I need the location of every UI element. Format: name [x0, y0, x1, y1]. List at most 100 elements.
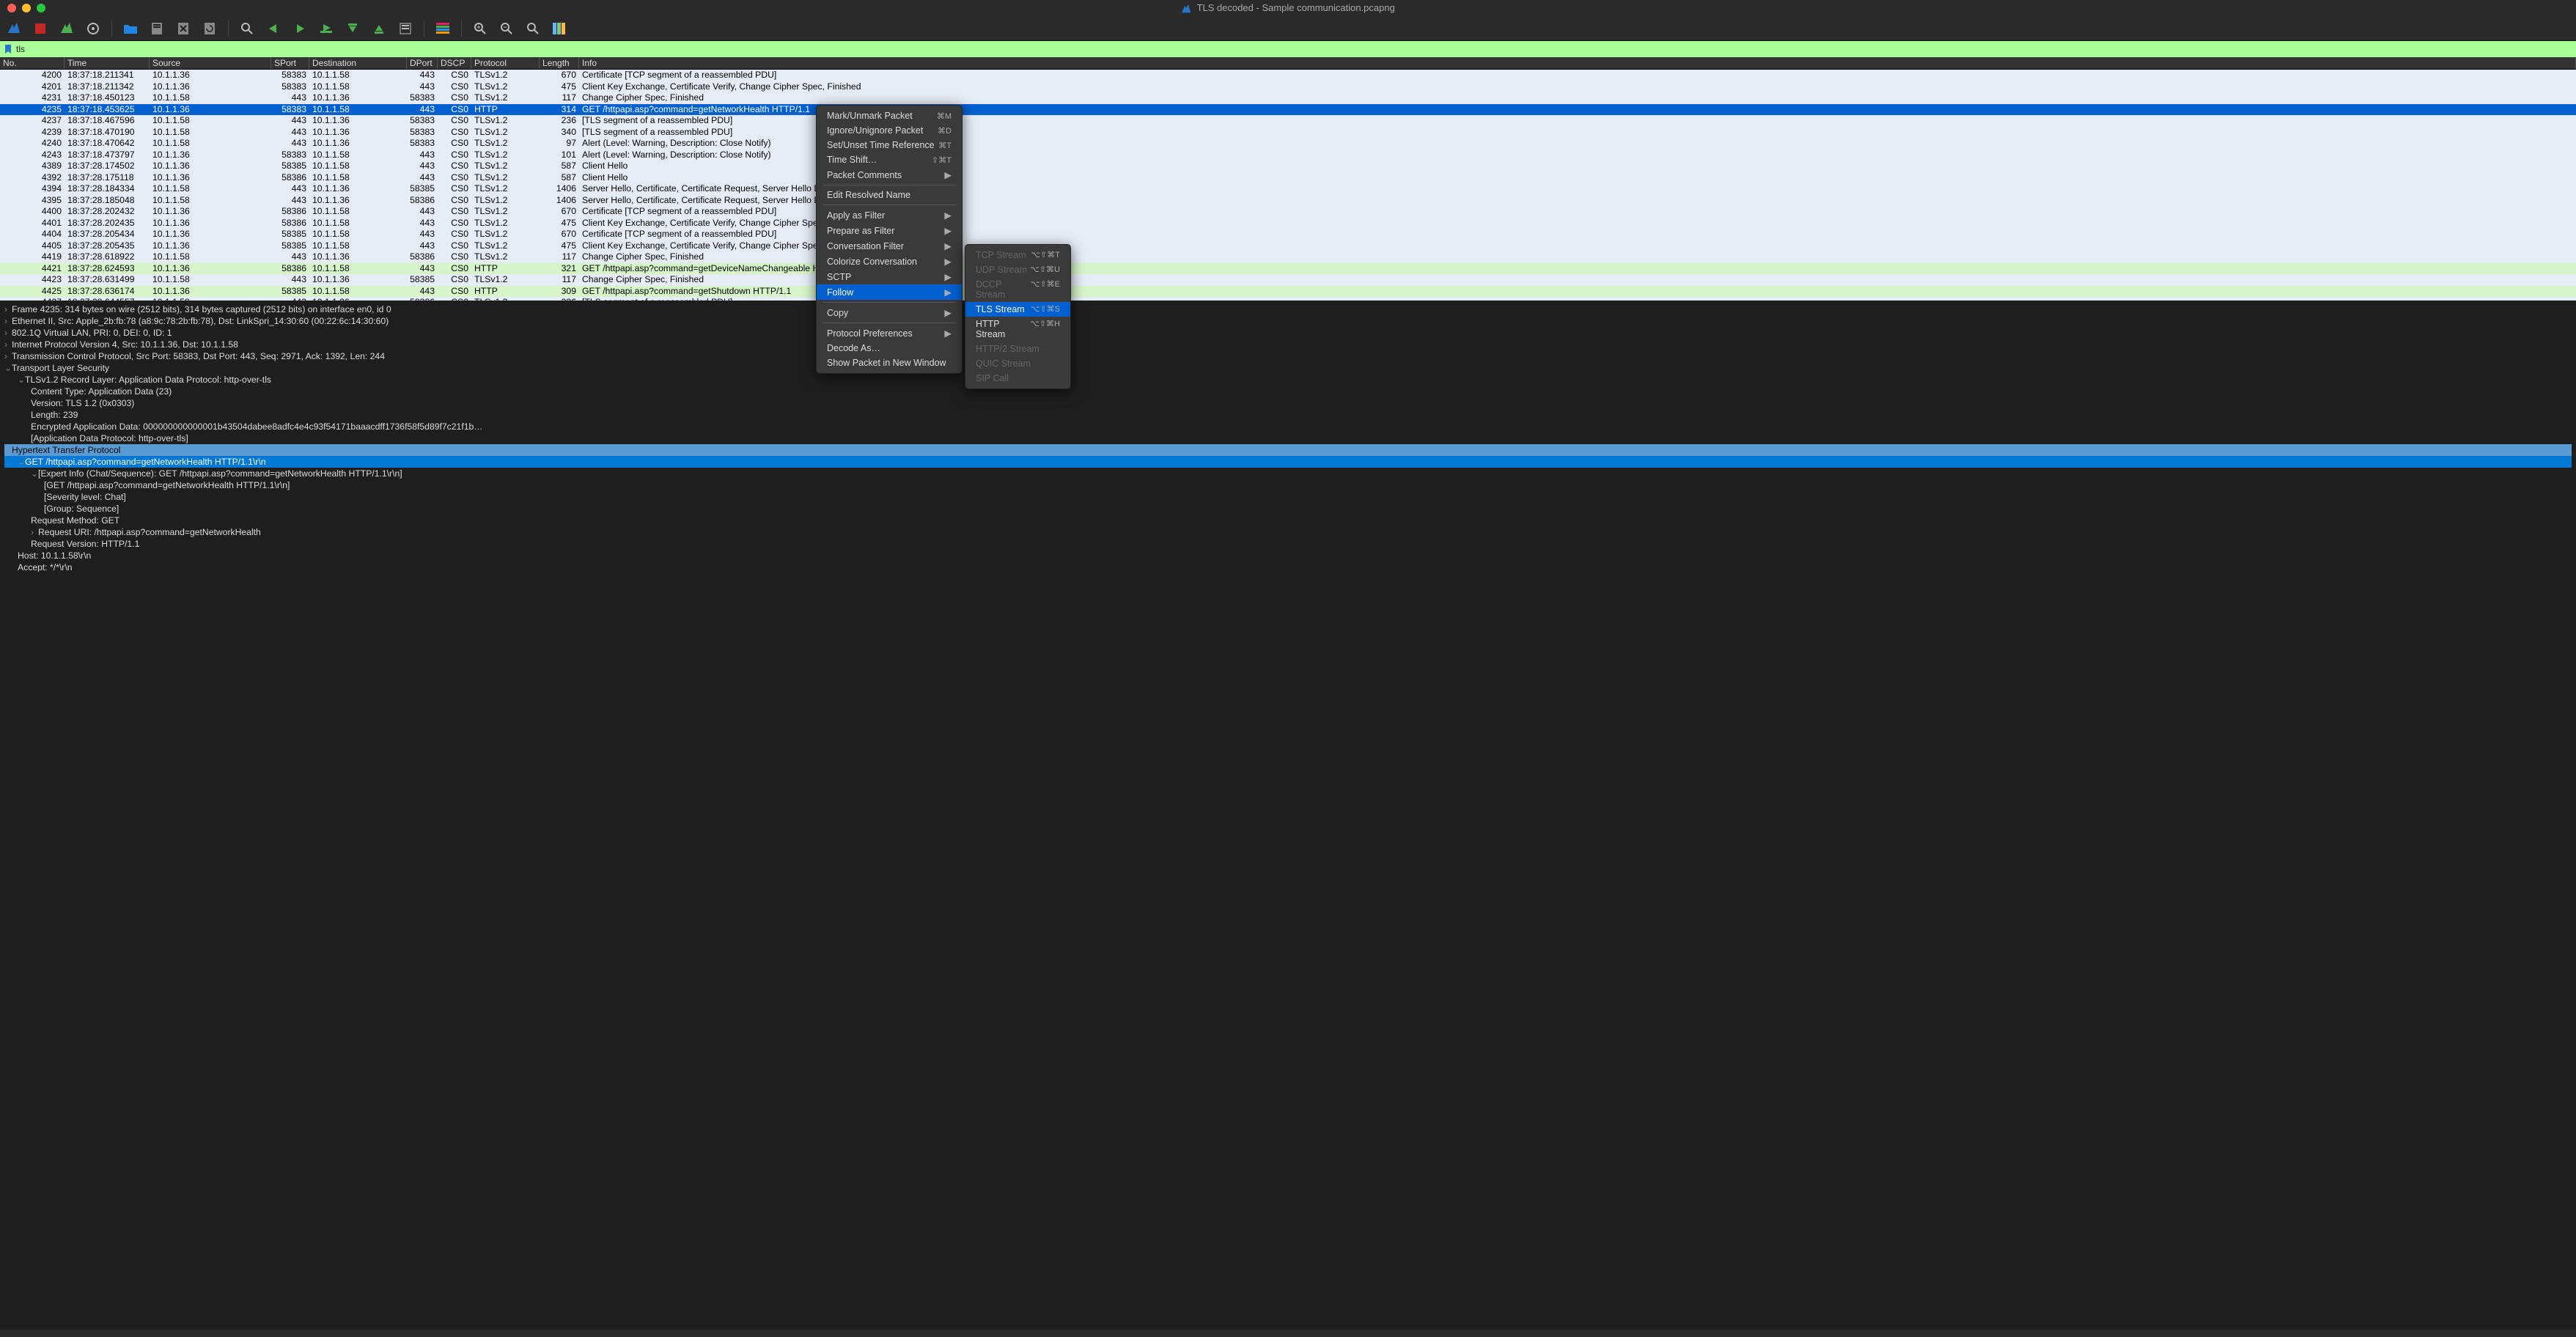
- packet-list[interactable]: 420018:37:18.21134110.1.1.365838310.1.1.…: [0, 70, 2576, 301]
- back-icon[interactable]: [265, 21, 281, 37]
- detail-http-method[interactable]: Request Method: GET: [31, 515, 119, 526]
- packet-row[interactable]: 424018:37:18.47064210.1.1.5844310.1.1.36…: [0, 138, 2576, 150]
- reload-icon[interactable]: [202, 21, 218, 37]
- detail-http[interactable]: Hypertext Transfer Protocol: [12, 445, 120, 455]
- zoom-reset-icon[interactable]: [525, 21, 541, 37]
- zoom-in-icon[interactable]: [472, 21, 488, 37]
- ctx-protocol-preferences[interactable]: Protocol Preferences▶: [817, 325, 962, 341]
- ctx-colorize-conversation[interactable]: Colorize Conversation▶: [817, 254, 962, 269]
- detail-tls-app-proto[interactable]: [Application Data Protocol: http-over-tl…: [31, 433, 188, 443]
- packet-row[interactable]: 423918:37:18.47019010.1.1.5844310.1.1.36…: [0, 127, 2576, 139]
- col-dscp[interactable]: DSCP: [438, 57, 471, 69]
- packet-row[interactable]: 440518:37:28.20543510.1.1.365838510.1.1.…: [0, 240, 2576, 252]
- ctx-conversation-filter[interactable]: Conversation Filter▶: [817, 238, 962, 254]
- packet-row[interactable]: 442318:37:28.63149910.1.1.5844310.1.1.36…: [0, 274, 2576, 286]
- detail-ethernet[interactable]: Ethernet II, Src: Apple_2b:fb:78 (a8:9c:…: [12, 316, 389, 326]
- detail-http-severity[interactable]: [Severity level: Chat]: [44, 492, 126, 502]
- packet-row[interactable]: 423118:37:18.45012310.1.1.5844310.1.1.36…: [0, 92, 2576, 104]
- packet-row[interactable]: 439218:37:28.17511810.1.1.365838610.1.1.…: [0, 172, 2576, 184]
- packet-row[interactable]: 420018:37:18.21134110.1.1.365838310.1.1.…: [0, 70, 2576, 81]
- display-filter-bar[interactable]: tls: [0, 41, 2576, 57]
- detail-ip[interactable]: Internet Protocol Version 4, Src: 10.1.1…: [12, 339, 238, 350]
- detail-http-get[interactable]: GET /httpapi.asp?command=getNetworkHealt…: [25, 457, 266, 467]
- detail-frame[interactable]: Frame 4235: 314 bytes on wire (2512 bits…: [12, 304, 391, 314]
- close-window-button[interactable]: [7, 4, 16, 12]
- ctx-ignore-unignore-packet[interactable]: Ignore/Unignore Packet⌘D: [817, 123, 962, 138]
- detail-tls-encrypted-data[interactable]: Encrypted Application Data: 000000000000…: [31, 421, 482, 432]
- detail-http-host[interactable]: Host: 10.1.1.58\r\n: [18, 550, 91, 561]
- ctx-packet-comments[interactable]: Packet Comments▶: [817, 167, 962, 183]
- maximize-window-button[interactable]: [37, 4, 45, 12]
- packet-row[interactable]: 442118:37:28.62459310.1.1.365838610.1.1.…: [0, 263, 2576, 275]
- autoscroll-icon[interactable]: [397, 21, 413, 37]
- detail-http-expert[interactable]: [Expert Info (Chat/Sequence): GET /httpa…: [38, 468, 402, 479]
- ctx-set-unset-time-reference[interactable]: Set/Unset Time Reference⌘T: [817, 138, 962, 152]
- ctx-decode-as-[interactable]: Decode As…: [817, 341, 962, 356]
- first-packet-icon[interactable]: [345, 21, 361, 37]
- ctx-follow[interactable]: Follow▶: [817, 284, 962, 300]
- options-icon[interactable]: [85, 21, 101, 37]
- ctx-edit-resolved-name[interactable]: Edit Resolved Name: [817, 188, 962, 202]
- resize-columns-icon[interactable]: [551, 21, 567, 37]
- display-filter-input[interactable]: tls: [16, 44, 25, 54]
- detail-http-version[interactable]: Request Version: HTTP/1.1: [31, 539, 139, 549]
- packet-row[interactable]: 440018:37:28.20243210.1.1.365838610.1.1.…: [0, 206, 2576, 218]
- packet-row[interactable]: 441918:37:28.61892210.1.1.5844310.1.1.36…: [0, 251, 2576, 263]
- col-protocol[interactable]: Protocol: [471, 57, 540, 69]
- detail-vlan[interactable]: 802.1Q Virtual LAN, PRI: 0, DEI: 0, ID: …: [12, 328, 172, 338]
- ctx-apply-as-filter[interactable]: Apply as Filter▶: [817, 207, 962, 223]
- forward-icon[interactable]: [292, 21, 308, 37]
- save-file-icon[interactable]: [149, 21, 165, 37]
- packet-row[interactable]: 438918:37:28.17450210.1.1.365838510.1.1.…: [0, 161, 2576, 172]
- detail-tls-record[interactable]: TLSv1.2 Record Layer: Application Data P…: [25, 375, 271, 385]
- col-source[interactable]: Source: [150, 57, 271, 69]
- follow-tls-stream[interactable]: TLS Stream⌥⇧⌘S: [965, 302, 1070, 317]
- detail-tls[interactable]: Transport Layer Security: [12, 363, 109, 373]
- open-file-icon[interactable]: [122, 21, 139, 37]
- detail-http-group[interactable]: [Group: Sequence]: [44, 504, 119, 514]
- ctx-prepare-as-filter[interactable]: Prepare as Filter▶: [817, 223, 962, 238]
- ctx-sctp[interactable]: SCTP▶: [817, 269, 962, 284]
- detail-http-expert-get[interactable]: [GET /httpapi.asp?command=getNetworkHeal…: [44, 480, 290, 490]
- restart-capture-icon[interactable]: [59, 21, 75, 37]
- detail-tcp[interactable]: Transmission Control Protocol, Src Port:…: [12, 351, 385, 361]
- col-destination[interactable]: Destination: [309, 57, 407, 69]
- ctx-copy[interactable]: Copy▶: [817, 305, 962, 320]
- packet-row[interactable]: 442518:37:28.63617410.1.1.365838510.1.1.…: [0, 286, 2576, 298]
- packet-details-pane[interactable]: Frame 4235: 314 bytes on wire (2512 bits…: [0, 301, 2576, 572]
- packet-row[interactable]: 423518:37:18.45362510.1.1.365838310.1.1.…: [0, 104, 2576, 116]
- colorize-icon[interactable]: [435, 21, 451, 37]
- detail-http-accept[interactable]: Accept: */*\r\n: [18, 562, 73, 572]
- col-length[interactable]: Length: [540, 57, 579, 69]
- ctx-show-packet-in-new-window[interactable]: Show Packet in New Window: [817, 356, 962, 370]
- detail-tls-length[interactable]: Length: 239: [31, 410, 78, 420]
- col-dport[interactable]: DPort: [407, 57, 438, 69]
- ctx-time-shift-[interactable]: Time Shift…⇧⌘T: [817, 152, 962, 167]
- packet-row[interactable]: 440418:37:28.20543410.1.1.365838510.1.1.…: [0, 229, 2576, 240]
- packet-row[interactable]: 424318:37:18.47379710.1.1.365838310.1.1.…: [0, 150, 2576, 161]
- packet-row[interactable]: 420118:37:18.21134210.1.1.365838310.1.1.…: [0, 81, 2576, 93]
- close-file-icon[interactable]: [175, 21, 191, 37]
- last-packet-icon[interactable]: [371, 21, 387, 37]
- packet-row[interactable]: 440118:37:28.20243510.1.1.365838610.1.1.…: [0, 218, 2576, 229]
- col-info[interactable]: Info: [579, 57, 2576, 69]
- find-icon[interactable]: [239, 21, 255, 37]
- col-time[interactable]: Time: [65, 57, 150, 69]
- ctx-mark-unmark-packet[interactable]: Mark/Unmark Packet⌘M: [817, 108, 962, 123]
- goto-packet-icon[interactable]: [318, 21, 334, 37]
- packet-row[interactable]: 442718:37:28.64455710.1.1.5844310.1.1.36…: [0, 297, 2576, 301]
- zoom-out-icon[interactable]: [498, 21, 515, 37]
- stop-capture-icon[interactable]: [32, 21, 48, 37]
- bookmark-filter-icon[interactable]: [3, 44, 13, 54]
- packet-row[interactable]: 439518:37:28.18504810.1.1.5844310.1.1.36…: [0, 195, 2576, 207]
- col-sport[interactable]: SPort: [271, 57, 309, 69]
- detail-tls-content-type[interactable]: Content Type: Application Data (23): [31, 386, 172, 397]
- packet-row[interactable]: 423718:37:18.46759610.1.1.5844310.1.1.36…: [0, 115, 2576, 127]
- shark-fin-icon[interactable]: [6, 21, 22, 37]
- col-no[interactable]: No.: [0, 57, 65, 69]
- follow-http-stream[interactable]: HTTP Stream⌥⇧⌘H: [965, 317, 1070, 342]
- bottom-scrollbar[interactable]: [0, 1330, 2576, 1337]
- detail-tls-version[interactable]: Version: TLS 1.2 (0x0303): [31, 398, 134, 408]
- packet-row[interactable]: 439418:37:28.18433410.1.1.5844310.1.1.36…: [0, 183, 2576, 195]
- detail-http-uri[interactable]: Request URI: /httpapi.asp?command=getNet…: [38, 527, 261, 537]
